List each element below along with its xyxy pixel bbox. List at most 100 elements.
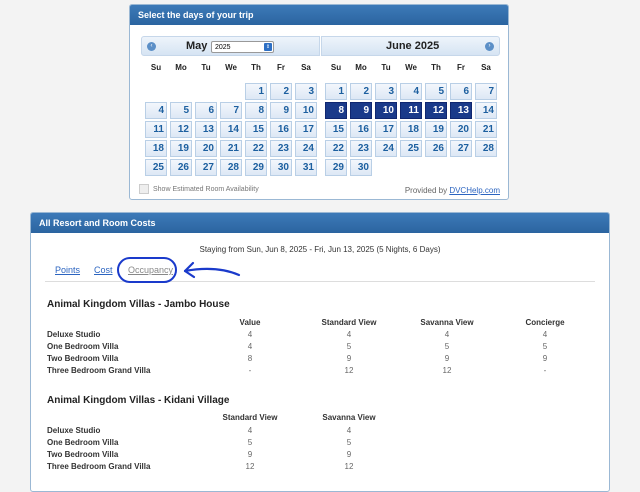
- calendar-month-june: June 2025 › Su Mo Tu We Th Fr Sa 1 2 3 4 5 6 7 8 9 10 11…: [321, 36, 500, 176]
- calendar-day[interactable]: 10: [375, 102, 397, 119]
- calendar-day[interactable]: 9: [350, 102, 372, 119]
- month-header-may: ‹ May 2025 ⇕: [141, 36, 320, 56]
- calendar-day[interactable]: 12: [425, 102, 447, 119]
- column-header: Savanna View: [322, 413, 376, 422]
- weekday-label: Fr: [457, 63, 465, 72]
- occupancy-value: 5: [247, 438, 253, 447]
- chevron-right-icon[interactable]: ›: [485, 42, 494, 51]
- weekday-label: Mo: [355, 63, 367, 72]
- calendar-day[interactable]: 27: [450, 140, 472, 157]
- calendar-day[interactable]: 2: [350, 83, 372, 100]
- occupancy-value: 5: [346, 438, 352, 447]
- calendar-day[interactable]: 25: [145, 159, 167, 176]
- tab-points[interactable]: Points: [55, 265, 80, 275]
- calendar-day[interactable]: 7: [220, 102, 242, 119]
- calendar-day[interactable]: 19: [170, 140, 192, 157]
- calendar-day[interactable]: 28: [475, 140, 497, 157]
- calendar-day[interactable]: 12: [170, 121, 192, 138]
- annotation-arrow-icon: [183, 261, 241, 279]
- calendar-day[interactable]: 7: [475, 83, 497, 100]
- calendar-day[interactable]: 11: [145, 121, 167, 138]
- tab-cost[interactable]: Cost: [94, 265, 113, 275]
- calendar-day[interactable]: 22: [245, 140, 267, 157]
- select-arrow-icon: ⇕: [264, 43, 272, 51]
- weekday-label: Su: [330, 63, 342, 72]
- year-select[interactable]: 2025 ⇕: [211, 41, 274, 53]
- column-header: Concierge: [525, 318, 565, 327]
- year-select-value: 2025: [215, 44, 231, 51]
- calendar-day[interactable]: 10: [295, 102, 317, 119]
- occupancy-value: 4: [346, 426, 352, 435]
- calendar-day[interactable]: 1: [245, 83, 267, 100]
- annotation-circle: [117, 257, 177, 283]
- calendar-day[interactable]: 17: [375, 121, 397, 138]
- calendar-day[interactable]: 21: [220, 140, 242, 157]
- calendar-day[interactable]: 1: [325, 83, 347, 100]
- calendar-day[interactable]: 20: [450, 121, 472, 138]
- calendar-day[interactable]: 30: [350, 159, 372, 176]
- date-picker-panel: Select the days of your trip ‹ May 2025 …: [129, 4, 509, 200]
- calendar-day[interactable]: 21: [475, 121, 497, 138]
- day-grid-may: 1 2 3 4 5 6 7 8 9 10 11 12 13 14 15 16 17 18 19 20 21 22 23 24 2…: [145, 83, 317, 176]
- calendar-day[interactable]: 29: [245, 159, 267, 176]
- calendar-day[interactable]: 18: [400, 121, 422, 138]
- weekday-label: Sa: [301, 63, 311, 72]
- occupancy-value: 4: [542, 330, 548, 339]
- calendar-day[interactable]: 15: [325, 121, 347, 138]
- calendar-day[interactable]: 31: [295, 159, 317, 176]
- calendar-day[interactable]: 20: [195, 140, 217, 157]
- stay-summary: Staying from Sun, Jun 8, 2025 - Fri, Jun…: [199, 245, 441, 254]
- calendar-day[interactable]: 26: [425, 140, 447, 157]
- calendar-day[interactable]: 22: [325, 140, 347, 157]
- calendar-day[interactable]: 23: [270, 140, 292, 157]
- month-header-june: June 2025 ›: [321, 36, 500, 56]
- weekday-label: Mo: [175, 63, 187, 72]
- calendar-day[interactable]: 5: [425, 83, 447, 100]
- calendar-day[interactable]: 24: [375, 140, 397, 157]
- calendar-day[interactable]: 6: [450, 83, 472, 100]
- occupancy-value: 12: [245, 462, 255, 471]
- availability-checkbox[interactable]: [139, 184, 149, 194]
- calendar-day[interactable]: 30: [270, 159, 292, 176]
- weekday-label: Su: [150, 63, 162, 72]
- occupancy-value: 12: [344, 366, 354, 375]
- weekday-label: We: [405, 63, 417, 72]
- date-picker-header: Select the days of your trip: [130, 5, 508, 25]
- calendar-day[interactable]: 13: [450, 102, 472, 119]
- calendar-day[interactable]: 17: [295, 121, 317, 138]
- calendar-day[interactable]: 19: [425, 121, 447, 138]
- calendar-day[interactable]: 6: [195, 102, 217, 119]
- calendar-day[interactable]: 23: [350, 140, 372, 157]
- calendar-day[interactable]: 11: [400, 102, 422, 119]
- occupancy-value: 4: [247, 342, 253, 351]
- availability-toggle[interactable]: Show Estimated Room Availability: [139, 184, 259, 194]
- calendar-day[interactable]: 14: [220, 121, 242, 138]
- calendar-day[interactable]: 13: [195, 121, 217, 138]
- calendar-day[interactable]: 5: [170, 102, 192, 119]
- calendar-month-may: ‹ May 2025 ⇕ Su Mo Tu We Th Fr Sa 1 2 3 4 5 6 7 8 9 10 1…: [141, 36, 320, 176]
- calendar-day[interactable]: 2: [270, 83, 292, 100]
- calendar-day[interactable]: 9: [270, 102, 292, 119]
- calendar-day[interactable]: 15: [245, 121, 267, 138]
- calendar-day[interactable]: 27: [195, 159, 217, 176]
- dvchelp-link[interactable]: DVCHelp.com: [449, 186, 500, 195]
- calendar-day[interactable]: 16: [270, 121, 292, 138]
- column-header: Value: [239, 318, 261, 327]
- chevron-left-icon[interactable]: ‹: [147, 42, 156, 51]
- calendar-day[interactable]: 8: [245, 102, 267, 119]
- calendar-day[interactable]: 28: [220, 159, 242, 176]
- calendar-day[interactable]: 26: [170, 159, 192, 176]
- calendar-day[interactable]: 3: [295, 83, 317, 100]
- calendar-day[interactable]: 18: [145, 140, 167, 157]
- calendar-day[interactable]: 24: [295, 140, 317, 157]
- month-name-may: May: [186, 40, 208, 52]
- calendar-day[interactable]: 14: [475, 102, 497, 119]
- occupancy-value: 9: [542, 354, 548, 363]
- calendar-day[interactable]: 25: [400, 140, 422, 157]
- calendar-day[interactable]: 29: [325, 159, 347, 176]
- calendar-day[interactable]: 4: [400, 83, 422, 100]
- calendar-day[interactable]: 4: [145, 102, 167, 119]
- calendar-day[interactable]: 8: [325, 102, 347, 119]
- calendar-day[interactable]: 3: [375, 83, 397, 100]
- calendar-day[interactable]: 16: [350, 121, 372, 138]
